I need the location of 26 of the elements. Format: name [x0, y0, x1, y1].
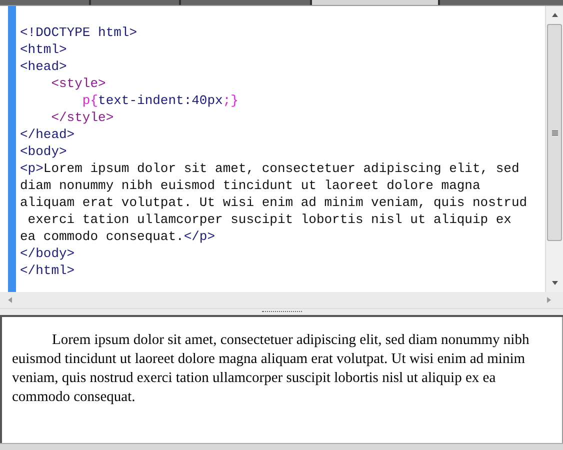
scroll-right-icon[interactable]: [545, 296, 553, 304]
code-line: <html>: [20, 41, 68, 58]
scrollbar-thumb[interactable]: [547, 24, 562, 241]
code-line: p{text-indent:40px;}: [81, 92, 240, 109]
scroll-up-icon[interactable]: [550, 11, 558, 19]
code-editor[interactable]: [0, 5, 563, 292]
code-line: <head>: [20, 58, 68, 75]
code-line: </body>: [20, 245, 76, 262]
code-line: <!DOCTYPE html>: [20, 24, 138, 41]
code-line: ea commodo consequat.</p>: [20, 228, 216, 245]
code-line: </style>: [50, 109, 115, 126]
code-line: <p>Lorem ipsum dolor sit amet, consectetuer adipiscing elit, sed: [20, 160, 520, 177]
preview-paragraph: Lorem ipsum dolor sit amet, consectetuer adipiscing elit, sed diam nonummy nibh euismod tincidunt ut laoreet dolore magna aliquam erat volutpat. Ut wisi enim ad minim veniam, quis nostrud exerci tation ullamcorper suscipit lobortis nisl ut aliquip ex ea commodo consequat.: [12, 331, 530, 407]
vertical-scrollbar[interactable]: [545, 6, 563, 292]
splitter-handle[interactable]: [0, 309, 563, 317]
horizontal-scrollbar[interactable]: [0, 292, 563, 309]
scroll-down-icon[interactable]: [550, 279, 558, 287]
code-line: </head>: [20, 126, 76, 143]
grip-icon: [550, 128, 558, 136]
code-line: </html>: [20, 262, 76, 279]
code-line: aliquam erat volutpat. Ut wisi enim ad minim veniam, quis nostrud: [20, 194, 528, 211]
code-line: <style>: [50, 75, 107, 92]
code-line: <body>: [20, 143, 68, 160]
code-line: exerci tation ullamcorper suscipit lobortis nisl ut aliquip ex: [26, 211, 512, 228]
code-line: diam nonummy nibh euismod tincidunt ut laoreet dolore magna: [20, 177, 482, 194]
scroll-left-icon[interactable]: [6, 296, 14, 304]
